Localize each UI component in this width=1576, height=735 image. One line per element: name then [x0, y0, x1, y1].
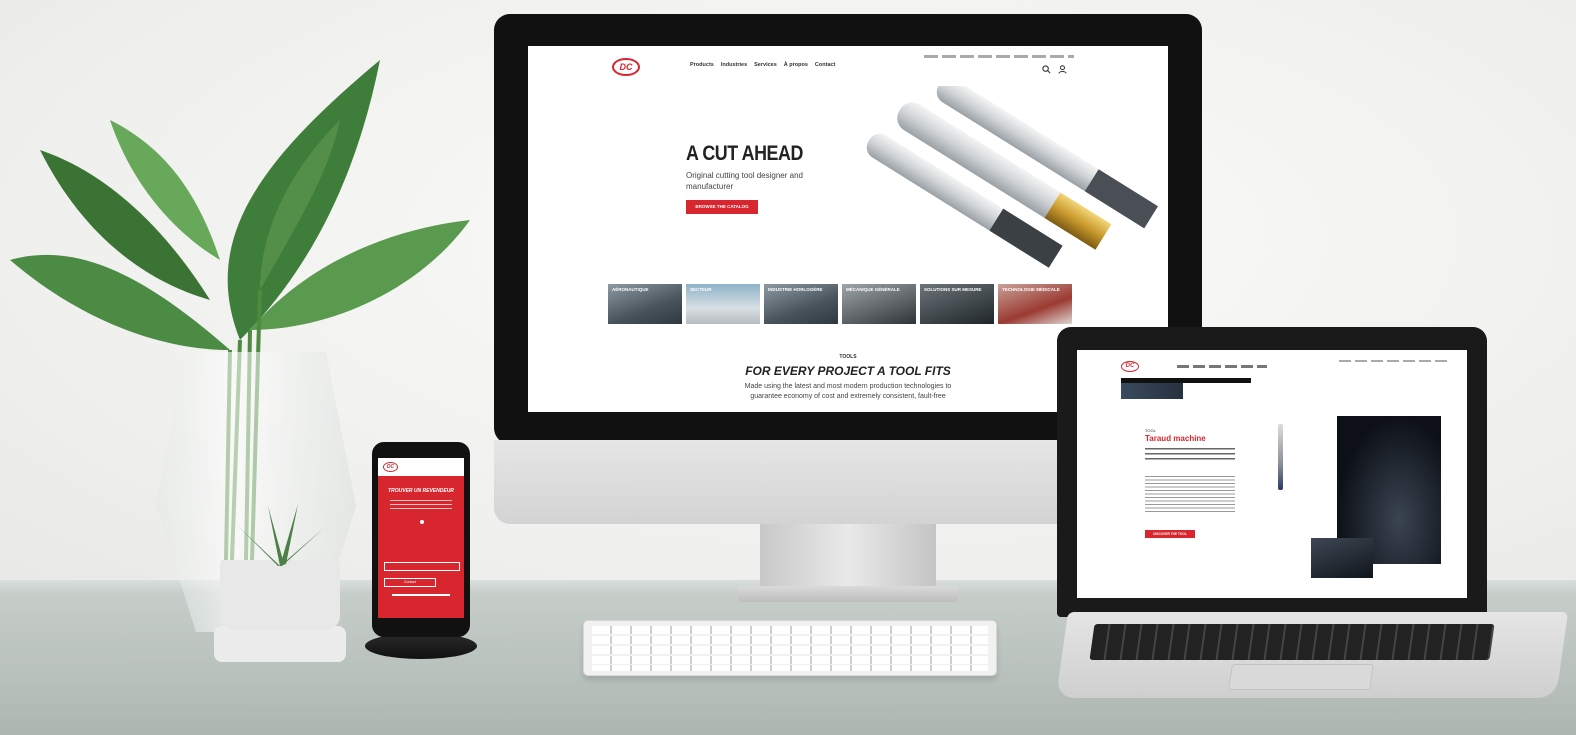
laptop-intro-lines	[1145, 448, 1235, 462]
mobile-website: DC TROUVER UN REVENDEUR Contact	[378, 458, 464, 618]
account-icon[interactable]	[1058, 65, 1067, 74]
mobile-title: TROUVER UN REVENDEUR	[388, 488, 454, 494]
mobile-form-field[interactable]	[384, 562, 460, 571]
laptop-body-lines	[1145, 476, 1235, 512]
hero-title: A CUT AHEAD	[686, 142, 803, 165]
leaf	[10, 254, 230, 350]
cutting-tools-image	[866, 86, 1158, 268]
laptop-nav	[1177, 365, 1267, 368]
category-label: SECTEUR	[690, 287, 712, 292]
nav-services[interactable]: Services	[754, 62, 777, 68]
imac-foot	[738, 586, 958, 602]
laptop-banner-image	[1121, 383, 1183, 399]
desktop-nav: Products Industries Services À propos Co…	[690, 62, 835, 68]
product-thumb	[1278, 424, 1283, 490]
category-tile[interactable]: MÉCANIQUE GÉNÉRALE	[842, 284, 916, 324]
laptop-utility-links	[1339, 360, 1449, 362]
mobile-map-dot	[420, 520, 424, 524]
category-label: TECHNOLOGIE MÉDICALE	[1002, 287, 1060, 292]
laptop-website: DC TOOL Taraud machine DISCOVER THE TOOL	[1077, 350, 1467, 598]
imac-stand	[760, 524, 936, 590]
category-tile[interactable]: SOLUTIONS SUR MESURE	[920, 284, 994, 324]
mobile-logo[interactable]: DC	[383, 462, 398, 472]
product-photo-small	[1311, 538, 1373, 578]
laptop-logo[interactable]: DC	[1121, 361, 1139, 372]
desktop-logo[interactable]: DC	[612, 58, 640, 76]
mobile-footer-link	[392, 594, 450, 596]
category-label: AÉRONAUTIQUE	[612, 287, 649, 292]
mobile-text-lines	[390, 500, 452, 510]
mobile-contact-button[interactable]: Contact	[384, 578, 436, 587]
category-tile[interactable]: TECHNOLOGIE MÉDICALE	[998, 284, 1072, 324]
succulent-pot	[220, 560, 340, 630]
category-tile[interactable]: AÉRONAUTIQUE	[608, 284, 682, 324]
browse-catalog-button[interactable]: BROWSE THE CATALOG	[686, 200, 758, 214]
pot-saucer	[214, 626, 346, 662]
category-tile[interactable]: INDUSTRIE HORLOGÈRE	[764, 284, 838, 324]
nav-contact[interactable]: Contact	[815, 62, 835, 68]
keyboard	[583, 620, 997, 676]
search-icon[interactable]	[1042, 65, 1051, 74]
category-label: INDUSTRIE HORLOGÈRE	[768, 287, 823, 292]
category-tile[interactable]: SECTEUR	[686, 284, 760, 324]
laptop-keyboard	[1089, 624, 1495, 660]
nav-industries[interactable]: Industries	[721, 62, 747, 68]
succulent	[238, 504, 324, 566]
laptop-eyebrow: TOOL	[1145, 428, 1156, 433]
nav-about[interactable]: À propos	[784, 62, 808, 68]
hero-subtitle: Original cutting tool designer and manuf…	[686, 171, 803, 191]
category-label: SOLUTIONS SUR MESURE	[924, 287, 982, 292]
section-text: Made using the latest and most modern pr…	[744, 383, 952, 400]
category-label: MÉCANIQUE GÉNÉRALE	[846, 287, 900, 292]
top-utility-links	[924, 55, 1074, 58]
nav-products[interactable]: Products	[690, 62, 714, 68]
laptop-trackpad	[1228, 664, 1374, 690]
discover-tool-button[interactable]: DISCOVER THE TOOL	[1145, 530, 1195, 538]
laptop-heading: Taraud machine	[1145, 434, 1206, 443]
